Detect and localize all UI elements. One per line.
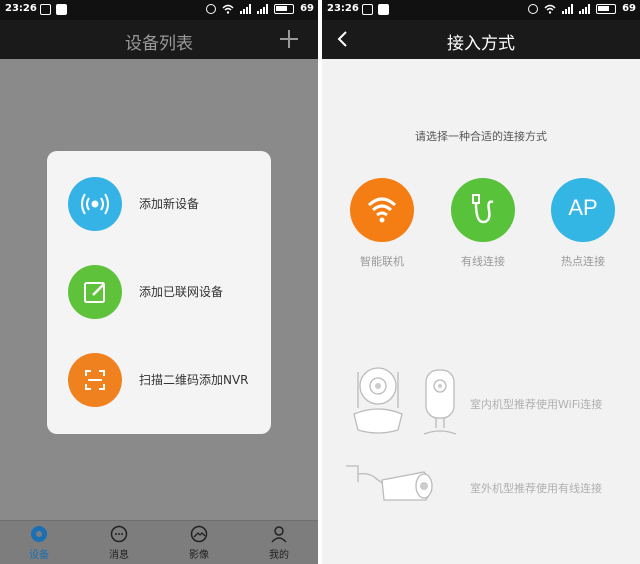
wifi-status-icon <box>544 4 556 14</box>
notification-icon <box>40 4 51 15</box>
indoor-note: 室内机型推荐使用WiFi连接 <box>470 398 603 411</box>
status-bar: 23:26 69 <box>0 0 318 20</box>
nav-label: 设备 <box>29 550 49 561</box>
battery-icon <box>274 3 295 14</box>
bottom-nav: 设备 消息 影像 我的 <box>0 520 318 564</box>
ptz-camera-icon <box>353 367 403 434</box>
header-bar: 设备列表 <box>0 20 318 59</box>
menu-item-add-new-device[interactable]: 添加新设备 <box>47 169 271 249</box>
battery-level: 69 <box>300 3 314 14</box>
app-notification-icon <box>378 4 389 15</box>
ap-icon: AP <box>551 178 615 242</box>
scan-icon <box>68 353 122 407</box>
notification-icon <box>362 4 373 15</box>
message-icon <box>110 525 128 543</box>
menu-item-add-networked-device[interactable]: 添加已联网设备 <box>47 257 271 337</box>
cable-icon <box>451 178 515 242</box>
signal-icon-2 <box>257 3 269 14</box>
device-list-screen: 23:26 69 设备列表 添加新设备 添加已联网设备 扫描二维码添加NVR 设… <box>0 0 318 564</box>
method-label: 智能联机 <box>360 255 404 268</box>
status-bar: 23:26 69 <box>322 0 640 20</box>
indoor-camera-row: 室内机型推荐使用WiFi连接 <box>322 364 640 444</box>
menu-item-label: 添加已联网设备 <box>139 285 224 299</box>
nav-item-device[interactable]: 设备 <box>9 525 69 561</box>
image-icon <box>190 525 208 543</box>
menu-item-label: 扫描二维码添加NVR <box>139 373 249 387</box>
device-icon <box>31 526 47 542</box>
method-hotspot-connect[interactable]: AP 热点连接 <box>543 178 623 269</box>
alarm-icon <box>528 3 539 14</box>
nav-label: 消息 <box>109 550 129 561</box>
nav-label: 影像 <box>189 550 209 561</box>
bullet-camera-icon <box>346 465 433 501</box>
menu-item-scan-qr-nvr[interactable]: 扫描二维码添加NVR <box>47 345 271 425</box>
signal-icon-2 <box>579 3 591 14</box>
ap-label: AP <box>568 195 598 220</box>
wifi-status-icon <box>222 4 234 14</box>
connection-method-screen: 23:26 69 接入方式 请选择一种合适的连接方式 智能联机 有线连接 AP <box>322 0 640 564</box>
signal-icon <box>240 3 252 14</box>
header-bar: 接入方式 <box>322 20 640 59</box>
battery-level: 69 <box>622 3 636 14</box>
cube-camera-icon <box>423 369 457 435</box>
battery-icon <box>596 3 617 14</box>
add-icon[interactable] <box>280 30 298 48</box>
status-time: 23:26 <box>327 3 359 14</box>
nav-item-profile[interactable]: 我的 <box>249 525 309 561</box>
nav-item-message[interactable]: 消息 <box>89 525 149 561</box>
method-smart-connect[interactable]: 智能联机 <box>342 178 422 269</box>
wifi-icon <box>350 178 414 242</box>
add-device-menu: 添加新设备 添加已联网设备 扫描二维码添加NVR <box>47 151 271 434</box>
nav-label: 我的 <box>269 550 289 561</box>
page-title: 接入方式 <box>447 34 515 54</box>
user-icon <box>271 526 287 543</box>
broadcast-icon <box>68 177 122 231</box>
instruction-text: 请选择一种合适的连接方式 <box>415 130 547 143</box>
outdoor-note: 室外机型推荐使用有线连接 <box>470 482 602 495</box>
status-time: 23:26 <box>5 3 37 14</box>
page-title: 设备列表 <box>125 34 193 54</box>
nav-item-image[interactable]: 影像 <box>169 525 229 561</box>
edit-icon <box>68 265 122 319</box>
signal-icon <box>562 3 574 14</box>
alarm-icon <box>206 3 217 14</box>
menu-item-label: 添加新设备 <box>139 197 200 211</box>
app-notification-icon <box>56 4 67 15</box>
method-wired-connect[interactable]: 有线连接 <box>443 178 523 269</box>
outdoor-camera-row: 室外机型推荐使用有线连接 <box>322 456 640 536</box>
method-label: 热点连接 <box>561 255 605 268</box>
method-label: 有线连接 <box>461 255 505 268</box>
